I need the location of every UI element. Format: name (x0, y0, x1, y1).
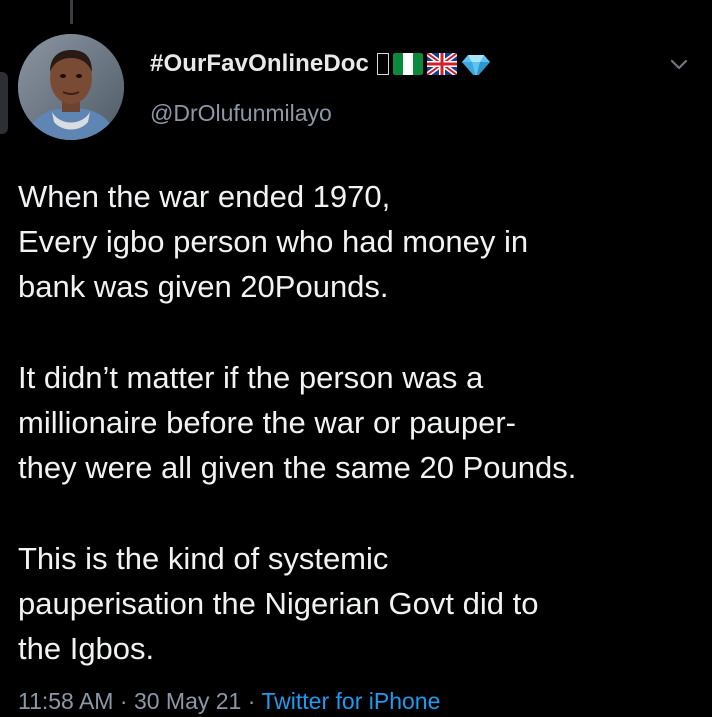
author-name-row[interactable]: #OurFavOnlineDoc (150, 50, 491, 78)
thread-connector-line (70, 0, 73, 24)
tweet-line: the Igbos. (18, 631, 155, 666)
tweet-line: bank was given 20Pounds. (18, 269, 389, 304)
meta-separator: · (119, 688, 128, 714)
tweet-line: millionaire before the war or pauper- (18, 405, 516, 440)
tweet-line: Every igbo person who had money in (18, 224, 529, 259)
uk-flag-icon (426, 53, 457, 75)
tweet-line: pauperisation the Nigerian Govt did to (18, 586, 539, 621)
tweet-line: It didn’t matter if the person was a (18, 360, 484, 395)
tweet-text: When the war ended 1970, Every igbo pers… (18, 174, 698, 671)
missing-glyph-icon (376, 53, 389, 75)
scroll-indicator (0, 72, 8, 134)
gem-icon (461, 53, 491, 75)
nigeria-flag-icon (392, 53, 423, 75)
avatar[interactable] (18, 34, 124, 140)
tweet-line: When the war ended 1970, (18, 179, 391, 214)
chevron-down-icon[interactable] (664, 50, 694, 80)
profile-photo-icon (18, 34, 124, 140)
tweet-line: they were all given the same 20 Pounds. (18, 450, 577, 485)
tweet-source-link[interactable]: Twitter for iPhone (261, 688, 440, 714)
tweet-line: This is the kind of systemic (18, 541, 389, 576)
tweet-time[interactable]: 11:58 AM (18, 688, 113, 714)
meta-separator: · (247, 688, 256, 714)
display-name[interactable]: #OurFavOnlineDoc (150, 50, 369, 78)
tweet-date[interactable]: 30 May 21 (134, 688, 241, 714)
tweet-metadata: 11:58 AM · 30 May 21 · Twitter for iPhon… (18, 688, 440, 715)
user-handle[interactable]: @DrOlufunmilayo (150, 100, 332, 127)
